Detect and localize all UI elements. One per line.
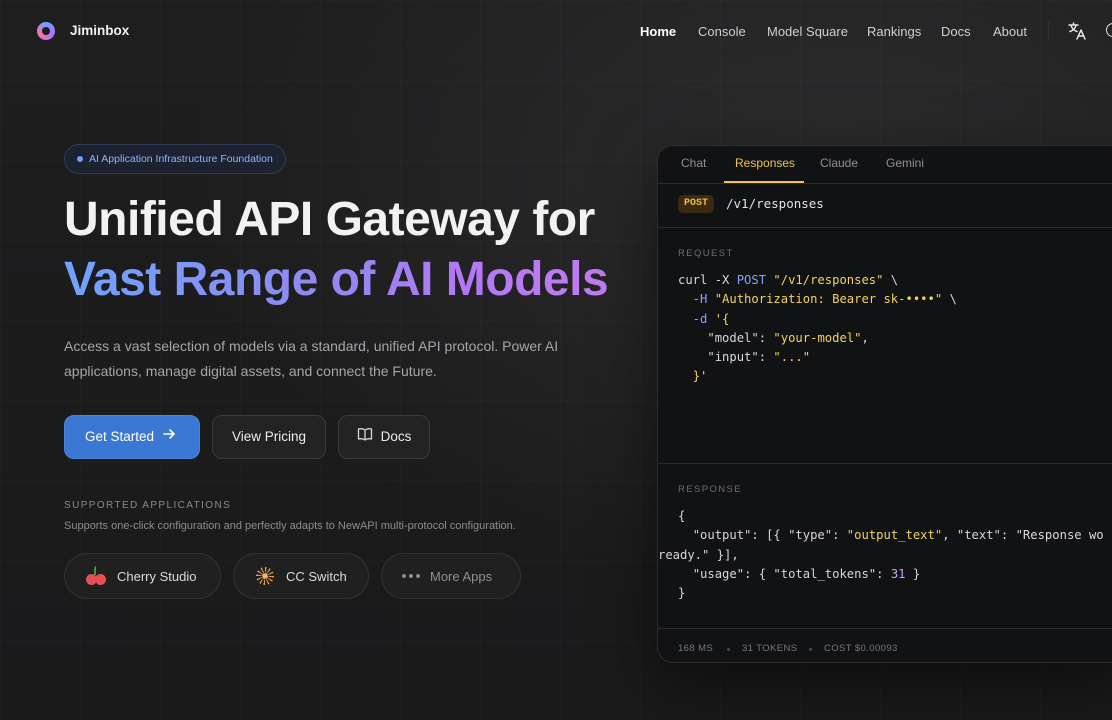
- active-tab-indicator: [724, 181, 804, 183]
- nav-link-model-square[interactable]: Model Square: [767, 24, 848, 39]
- code-line: -H "Authorization: Bearer sk-••••" \: [685, 292, 957, 307]
- arrow-right-icon: [162, 416, 176, 458]
- cc-switch-icon: [254, 565, 276, 587]
- hero-title-line2: Vast Range of AI Models: [64, 253, 609, 306]
- response-stats-footer: 168 MS 31 TOKENS COST $0.00093: [658, 628, 1112, 662]
- app-label: Cherry Studio: [117, 568, 197, 584]
- hero-badge: AI Application Infrastructure Foundation: [64, 144, 286, 174]
- app-chip-cc-switch[interactable]: CC Switch: [233, 553, 369, 599]
- supported-apps-title: SUPPORTED APPLICATIONS: [64, 500, 232, 511]
- code-line: "model": "your-model",: [707, 330, 869, 345]
- docs-button[interactable]: Docs: [338, 415, 430, 459]
- section-divider: [658, 463, 1112, 464]
- code-example-panel: Chat Responses Claude Gemini POST /v1/re…: [657, 145, 1112, 663]
- top-nav: Jiminbox Home Console Model Square Ranki…: [0, 0, 1112, 62]
- app-chip-cherry-studio[interactable]: Cherry Studio: [64, 553, 221, 599]
- code-line: {: [678, 509, 686, 523]
- tab-chat[interactable]: Chat: [681, 156, 706, 170]
- view-pricing-button[interactable]: View Pricing: [212, 415, 326, 459]
- response-code: { "output": [{ "type": "output_text", "t…: [658, 507, 1104, 603]
- get-started-button[interactable]: Get Started: [64, 415, 200, 459]
- brand-name[interactable]: Jiminbox: [70, 23, 129, 38]
- nav-divider: [1048, 21, 1049, 41]
- cost-stat: COST $0.00093: [824, 643, 898, 654]
- tab-claude[interactable]: Claude: [820, 156, 858, 170]
- nav-link-about[interactable]: About: [993, 24, 1027, 39]
- code-line: ready." }],: [658, 547, 739, 562]
- code-line: "usage": { "total_tokens": 31 }: [692, 566, 921, 581]
- cherry-studio-icon: [85, 565, 107, 587]
- app-chip-more-apps[interactable]: More Apps: [381, 553, 521, 599]
- nav-link-home[interactable]: Home: [640, 24, 676, 39]
- hero-title-line1: Unified API Gateway for: [64, 193, 595, 246]
- code-line: }': [692, 369, 708, 384]
- theme-toggle-icon[interactable]: [1106, 23, 1112, 37]
- nav-link-console[interactable]: Console: [698, 24, 746, 39]
- code-line: "input": "...": [707, 350, 811, 365]
- app-label: CC Switch: [286, 568, 347, 584]
- get-started-label: Get Started: [85, 429, 155, 444]
- tokens-stat: 31 TOKENS: [742, 643, 798, 654]
- view-pricing-label: View Pricing: [231, 429, 307, 444]
- hero-description: Access a vast selection of models via a …: [64, 338, 559, 379]
- code-line: curl -X POST "/v1/responses" \: [678, 273, 899, 287]
- tab-gemini[interactable]: Gemini: [886, 156, 924, 170]
- app-label: More Apps: [430, 568, 493, 584]
- translate-icon[interactable]: [1067, 21, 1087, 41]
- nav-link-docs[interactable]: Docs: [941, 24, 971, 39]
- supported-apps-description: Supports one-click configuration and per…: [64, 520, 516, 532]
- stat-separator: [727, 648, 730, 651]
- code-tabs: Chat Responses Claude Gemini: [658, 146, 1112, 184]
- request-code: curl -X POST "/v1/responses" \ -H "Autho…: [678, 271, 957, 387]
- nav-link-rankings[interactable]: Rankings: [867, 24, 921, 39]
- more-dots-icon: [402, 574, 420, 578]
- tab-responses[interactable]: Responses: [735, 156, 795, 170]
- code-line: }: [678, 586, 686, 601]
- book-icon: [357, 416, 373, 458]
- brand-logo-icon[interactable]: [37, 22, 55, 40]
- request-label: REQUEST: [678, 248, 734, 259]
- code-line: -d '{: [685, 311, 730, 326]
- endpoint-bar: POST /v1/responses: [658, 184, 1112, 228]
- docs-label: Docs: [380, 429, 412, 444]
- stat-separator: [809, 648, 812, 651]
- http-method-badge: POST: [678, 195, 715, 213]
- endpoint-path: /v1/responses: [726, 196, 824, 211]
- code-line: "output": [{ "type": "output_text", "tex…: [692, 528, 1104, 543]
- latency-stat: 168 MS: [678, 643, 714, 654]
- response-label: RESPONSE: [678, 484, 742, 495]
